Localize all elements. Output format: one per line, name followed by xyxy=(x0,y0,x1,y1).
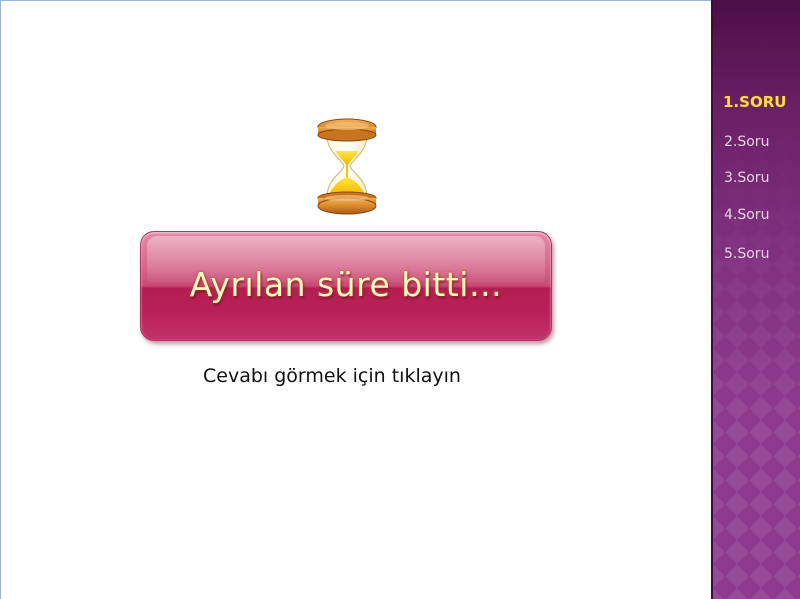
time-up-label: Ayrılan süre bitti… xyxy=(189,264,503,304)
slide-canvas: Ayrılan süre bitti… Cevabı görmek için t… xyxy=(0,0,800,599)
sidebar-item-question-3[interactable]: 3.Soru xyxy=(724,170,769,186)
question-sidebar: 1.SORU 2.Soru 3.Soru 4.Soru 5.Soru xyxy=(711,0,800,599)
sidebar-item-question-1[interactable]: 1.SORU xyxy=(723,93,786,111)
sidebar-item-question-4[interactable]: 4.Soru xyxy=(724,207,769,223)
sidebar-item-question-2[interactable]: 2.Soru xyxy=(724,134,769,150)
sidebar-item-question-5[interactable]: 5.Soru xyxy=(724,246,769,262)
hourglass-icon xyxy=(315,117,379,215)
show-answer-link[interactable]: Cevabı görmek için tıklayın xyxy=(203,365,503,387)
time-up-button[interactable]: Ayrılan süre bitti… xyxy=(140,231,552,341)
